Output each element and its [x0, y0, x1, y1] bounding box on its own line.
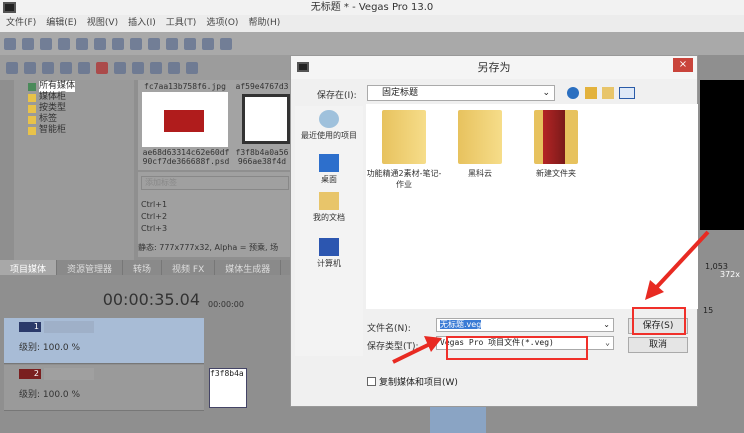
annotation-arrows	[392, 230, 710, 364]
red-arrow-icon	[392, 336, 442, 364]
red-arrow-icon	[645, 230, 710, 300]
